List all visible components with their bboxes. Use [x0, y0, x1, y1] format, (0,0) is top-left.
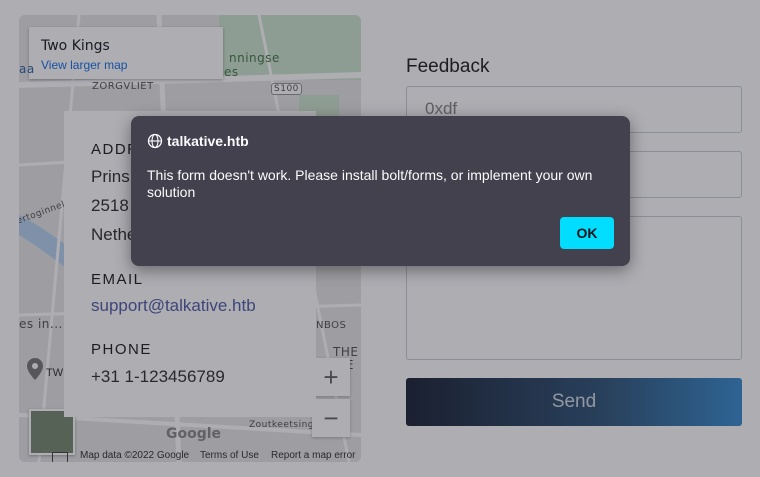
dialog-origin: talkative.htb — [167, 133, 249, 149]
dialog-message: This form doesn't work. Please install b… — [147, 167, 593, 200]
globe-icon — [147, 133, 163, 149]
alert-dialog: talkative.htb This form doesn't work. Pl… — [131, 116, 630, 266]
ok-button[interactable]: OK — [560, 217, 614, 249]
